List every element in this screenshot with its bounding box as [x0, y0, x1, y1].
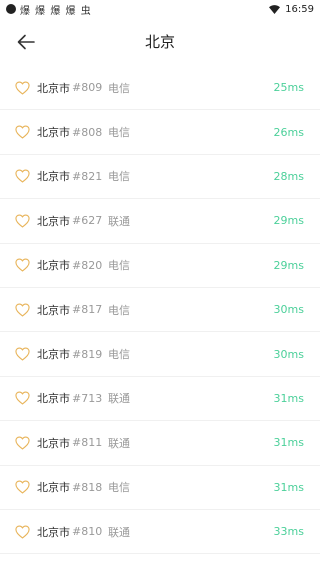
title-bar: 北京 — [0, 22, 320, 62]
server-row[interactable]: 北京市 #810 联通 33ms — [0, 510, 320, 555]
heart-icon[interactable] — [15, 214, 30, 228]
server-number: #819 — [72, 347, 103, 361]
server-number: #627 — [72, 214, 103, 228]
server-city: 北京市 — [37, 81, 70, 95]
page-title: 北京 — [144, 33, 175, 51]
server-number: #821 — [72, 169, 103, 183]
server-isp: 电信 — [108, 348, 130, 362]
wifi-icon — [269, 4, 281, 14]
server-city: 北京市 — [37, 259, 70, 273]
server-list: 北京市 #809 电信 25ms 北京市 #808 电信 26ms 北京市 #821 电信 28ms 北… — [0, 66, 320, 555]
server-ping: 25ms — [273, 81, 304, 95]
server-city: 北京市 — [37, 348, 70, 362]
server-row[interactable]: 北京市 #817 电信 30ms — [0, 288, 320, 333]
server-row[interactable]: 北京市 #811 联通 31ms — [0, 421, 320, 466]
server-ping: 30ms — [273, 303, 304, 317]
heart-icon[interactable] — [15, 436, 30, 450]
server-row[interactable]: 北京市 #713 联通 31ms — [0, 377, 320, 422]
heart-icon[interactable] — [15, 125, 30, 139]
server-isp: 电信 — [108, 170, 130, 184]
server-isp: 联通 — [108, 392, 130, 406]
server-row[interactable]: 北京市 #819 电信 30ms — [0, 332, 320, 377]
status-left: 爆 爆 爆 爆 虫 — [6, 2, 92, 17]
server-isp: 电信 — [108, 481, 130, 495]
heart-icon[interactable] — [15, 303, 30, 317]
server-ping: 29ms — [273, 214, 304, 228]
server-isp: 联通 — [108, 525, 130, 539]
heart-icon[interactable] — [15, 258, 30, 272]
server-isp: 电信 — [108, 303, 130, 317]
server-city: 北京市 — [37, 525, 70, 539]
server-isp: 联通 — [108, 214, 130, 228]
server-ping: 31ms — [273, 436, 304, 450]
heart-icon[interactable] — [15, 480, 30, 494]
server-ping: 31ms — [273, 391, 304, 405]
server-ping: 28ms — [273, 169, 304, 183]
server-row[interactable]: 北京市 #820 电信 29ms — [0, 244, 320, 288]
server-number: #713 — [72, 391, 103, 405]
server-number: #820 — [72, 258, 103, 272]
server-city: 北京市 — [37, 170, 70, 184]
server-isp: 电信 — [108, 259, 130, 273]
server-row[interactable]: 北京市 #808 电信 26ms — [0, 110, 320, 155]
heart-icon[interactable] — [15, 347, 30, 361]
heart-icon[interactable] — [15, 391, 30, 406]
notification-dot-icon — [6, 4, 16, 14]
server-isp: 联通 — [108, 436, 130, 450]
status-right: 16:59 — [269, 4, 314, 15]
server-row[interactable]: 北京市 #818 电信 31ms — [0, 466, 320, 510]
status-bar: 爆 爆 爆 爆 虫 16:59 — [0, 0, 320, 18]
server-isp: 电信 — [108, 126, 130, 140]
server-ping: 26ms — [273, 125, 304, 139]
server-ping: 33ms — [273, 525, 304, 539]
heart-icon[interactable] — [15, 525, 30, 539]
heart-icon[interactable] — [15, 169, 30, 184]
server-city: 北京市 — [37, 436, 70, 450]
server-ping: 29ms — [273, 258, 304, 272]
server-number: #818 — [72, 480, 103, 494]
server-isp: 电信 — [108, 81, 130, 95]
server-number: #808 — [72, 125, 103, 139]
server-number: #809 — [72, 81, 103, 95]
server-city: 北京市 — [37, 214, 70, 228]
server-city: 北京市 — [37, 126, 70, 140]
server-city: 北京市 — [37, 481, 70, 495]
server-row[interactable]: 北京市 #821 电信 28ms — [0, 155, 320, 200]
server-row[interactable]: 北京市 #627 联通 29ms — [0, 199, 320, 244]
status-time: 16:59 — [285, 3, 314, 15]
server-number: #817 — [72, 303, 103, 317]
server-row[interactable]: 北京市 #809 电信 25ms — [0, 66, 320, 111]
server-city: 北京市 — [37, 392, 70, 406]
heart-icon[interactable] — [15, 81, 30, 95]
server-ping: 31ms — [273, 480, 304, 494]
server-city: 北京市 — [37, 303, 70, 317]
server-ping: 30ms — [273, 347, 304, 361]
server-number: #811 — [72, 436, 103, 450]
notification-icons: 爆 爆 爆 爆 虫 — [20, 5, 92, 17]
server-number: #810 — [72, 525, 103, 539]
